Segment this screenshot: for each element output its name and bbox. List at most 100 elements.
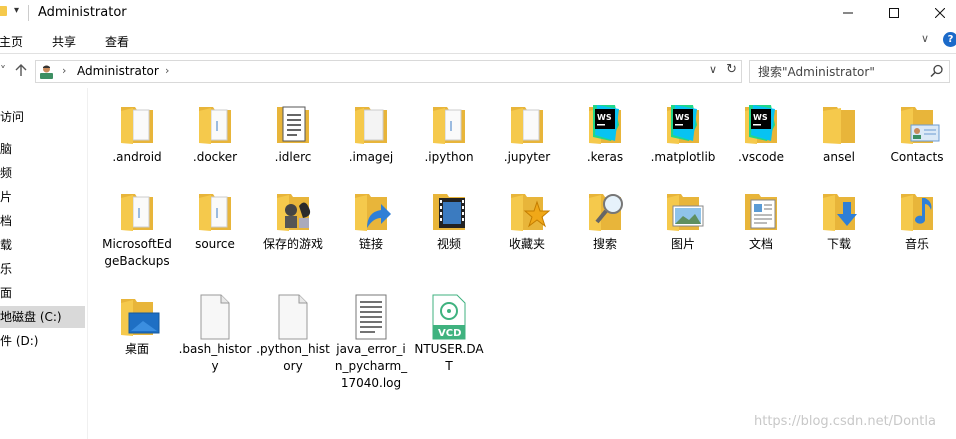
nav-item-videos[interactable]: 频 bbox=[0, 162, 85, 184]
file-item[interactable]: 下载 bbox=[800, 188, 878, 253]
webstorm-folder-icon: WS bbox=[745, 105, 777, 144]
file-item[interactable]: Contacts bbox=[878, 101, 956, 166]
file-item[interactable]: 收藏夹 bbox=[488, 188, 566, 253]
maximize-button[interactable] bbox=[871, 0, 917, 26]
breadcrumb-chevron-icon[interactable]: › bbox=[62, 64, 66, 77]
pictures-folder-icon bbox=[667, 194, 704, 231]
file-item[interactable]: WS .matplotlib bbox=[644, 101, 722, 166]
text-file-icon bbox=[355, 294, 387, 340]
folder-doc-icon bbox=[199, 194, 231, 231]
svg-text:WS: WS bbox=[597, 113, 612, 122]
svg-text:WS: WS bbox=[675, 113, 690, 122]
minimize-icon bbox=[843, 12, 853, 14]
quick-access-dropdown-icon[interactable]: ▾ bbox=[14, 5, 19, 16]
file-item[interactable]: 保存的游戏 bbox=[254, 188, 332, 253]
nav-item-music[interactable]: 乐 bbox=[0, 258, 85, 280]
file-item[interactable]: .idlerc bbox=[254, 101, 332, 166]
recent-dropdown-icon[interactable]: ˅ bbox=[0, 64, 6, 78]
webstorm-folder-icon: WS bbox=[667, 105, 699, 144]
file-item[interactable]: 链接 bbox=[332, 188, 410, 253]
music-folder-icon bbox=[901, 194, 933, 231]
file-item[interactable]: 图片 bbox=[644, 188, 722, 253]
refresh-icon[interactable]: ↻ bbox=[726, 62, 737, 77]
file-item[interactable]: 文档 bbox=[722, 188, 800, 253]
close-icon bbox=[935, 8, 945, 18]
folder-icon bbox=[0, 6, 7, 16]
file-item[interactable]: source bbox=[176, 188, 254, 253]
nav-item-local-disk-c[interactable]: 地磁盘 (C:) bbox=[0, 306, 85, 328]
folder-doc-icon bbox=[511, 107, 543, 144]
up-arrow-icon[interactable] bbox=[15, 64, 27, 78]
window-title: Administrator bbox=[38, 5, 127, 20]
file-item[interactable]: java_error_in_pycharm_17040.log bbox=[332, 293, 410, 392]
file-item[interactable]: 桌面 bbox=[98, 293, 176, 358]
text-doc-icon bbox=[277, 106, 309, 143]
close-button[interactable] bbox=[917, 0, 956, 26]
minimize-button[interactable] bbox=[825, 0, 871, 26]
navigation-pane: 访问 脑 频 片 档 载 乐 面 地磁盘 (C:) 件 (D:) bbox=[0, 88, 88, 439]
breadcrumb-chevron-icon[interactable]: › bbox=[165, 64, 169, 77]
nav-item-documents[interactable]: 档 bbox=[0, 210, 85, 232]
user-folder-icon bbox=[40, 65, 53, 79]
nav-item-pictures[interactable]: 片 bbox=[0, 186, 85, 208]
documents-folder-icon bbox=[745, 194, 777, 230]
help-icon[interactable]: ? bbox=[943, 32, 956, 47]
address-bar[interactable]: › Administrator › ∨ ↻ bbox=[35, 60, 742, 83]
nav-item-quick-access[interactable]: 访问 bbox=[0, 106, 85, 128]
file-grid: .android .docker .idlerc .imagej .ipytho… bbox=[88, 88, 956, 439]
address-dropdown-icon[interactable]: ∨ bbox=[709, 63, 717, 76]
file-item[interactable]: .python_history bbox=[254, 293, 332, 375]
blank-file-icon bbox=[278, 294, 308, 340]
file-item[interactable]: VCD NTUSER.DAT bbox=[410, 293, 488, 375]
contacts-folder-icon bbox=[901, 107, 940, 144]
links-folder-icon bbox=[355, 194, 391, 231]
file-item[interactable]: 搜索 bbox=[566, 188, 644, 253]
file-item[interactable]: .docker bbox=[176, 101, 254, 166]
breadcrumb-administrator[interactable]: Administrator bbox=[77, 64, 159, 78]
videos-folder-icon bbox=[433, 194, 465, 230]
nav-item-downloads[interactable]: 载 bbox=[0, 234, 85, 256]
watermark: https://blog.csdn.net/Dontla bbox=[754, 414, 936, 429]
file-item[interactable]: MicrosoftEdgeBackups bbox=[98, 188, 176, 270]
folder-doc-icon bbox=[121, 107, 153, 144]
file-item[interactable]: 视频 bbox=[410, 188, 488, 253]
svg-text:VCD: VCD bbox=[438, 328, 461, 339]
search-box[interactable] bbox=[749, 60, 950, 83]
ribbon: 主页 共享 查看 ∨ ? bbox=[0, 28, 956, 54]
maximize-icon bbox=[889, 8, 899, 18]
webstorm-folder-icon: WS bbox=[589, 105, 621, 144]
file-item[interactable]: ansel bbox=[800, 101, 878, 166]
address-row: ˅ › Administrator › ∨ ↻ bbox=[0, 55, 956, 88]
blank-file-icon bbox=[200, 294, 230, 340]
file-item[interactable]: 音乐 bbox=[878, 188, 956, 253]
svg-text:WS: WS bbox=[753, 113, 768, 122]
search-folder-icon bbox=[589, 194, 623, 231]
nav-item-disk-d[interactable]: 件 (D:) bbox=[0, 330, 85, 352]
folder-doc-icon bbox=[433, 107, 465, 144]
folder-doc-icon bbox=[121, 194, 153, 231]
file-item[interactable]: .jupyter bbox=[488, 101, 566, 166]
tab-share[interactable]: 共享 bbox=[52, 33, 76, 50]
folder-icon bbox=[823, 107, 855, 144]
file-item[interactable]: .imagej bbox=[332, 101, 410, 166]
search-input[interactable] bbox=[758, 63, 928, 80]
file-item[interactable]: .ipython bbox=[410, 101, 488, 166]
vcd-file-icon: VCD bbox=[432, 294, 466, 340]
nav-item-this-pc[interactable]: 脑 bbox=[0, 138, 85, 160]
file-item[interactable]: WS .vscode bbox=[722, 101, 800, 166]
title-separator bbox=[28, 5, 29, 21]
tab-view[interactable]: 查看 bbox=[105, 33, 129, 50]
tab-home[interactable]: 主页 bbox=[0, 33, 23, 50]
ribbon-expand-chevron-icon[interactable]: ∨ bbox=[921, 32, 929, 45]
search-icon[interactable] bbox=[930, 64, 944, 78]
folder-doc-icon bbox=[355, 107, 387, 144]
nav-item-desktop[interactable]: 面 bbox=[0, 282, 85, 304]
file-item[interactable]: .android bbox=[98, 101, 176, 166]
folder-doc-icon bbox=[199, 107, 231, 144]
file-item[interactable]: .bash_history bbox=[176, 293, 254, 375]
desktop-folder-icon bbox=[121, 299, 160, 336]
file-item[interactable]: WS .keras bbox=[566, 101, 644, 166]
saved-games-icon bbox=[277, 194, 311, 231]
title-bar: ▾ Administrator bbox=[0, 0, 956, 27]
downloads-folder-icon bbox=[823, 194, 857, 231]
